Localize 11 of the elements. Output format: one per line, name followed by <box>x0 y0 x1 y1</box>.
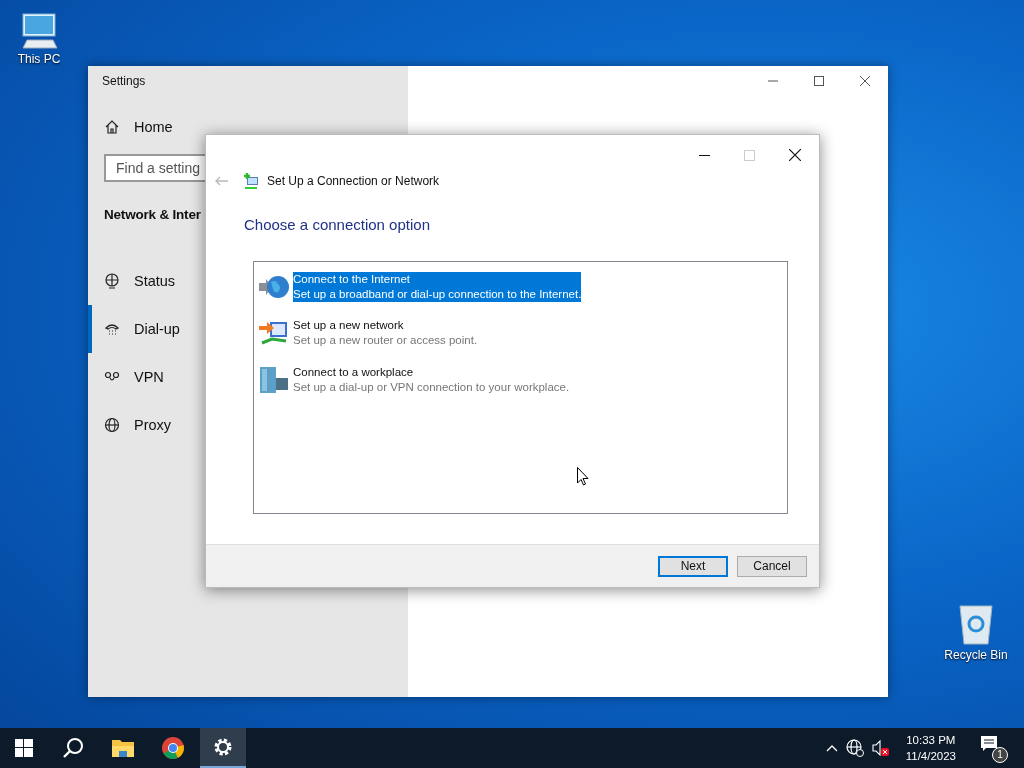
option-title: Connect to the Internet <box>293 272 582 287</box>
notification-badge: 1 <box>992 747 1008 763</box>
option-description: Set up a dial-up or VPN connection to your workplace. <box>293 380 570 395</box>
dialog-title: Set Up a Connection or Network <box>267 174 440 188</box>
dialog-heading: Choose a connection option <box>244 216 431 233</box>
option-description: Set up a new router or access point. <box>293 333 478 348</box>
option-title: Set up a new network <box>293 318 405 333</box>
section-heading: Network & Inter <box>104 207 202 222</box>
option-description: Set up a broadband or dial-up connection to the Internet. <box>293 287 582 302</box>
window-title: Settings <box>102 74 147 88</box>
option-title: Connect to a workplace <box>293 365 415 380</box>
